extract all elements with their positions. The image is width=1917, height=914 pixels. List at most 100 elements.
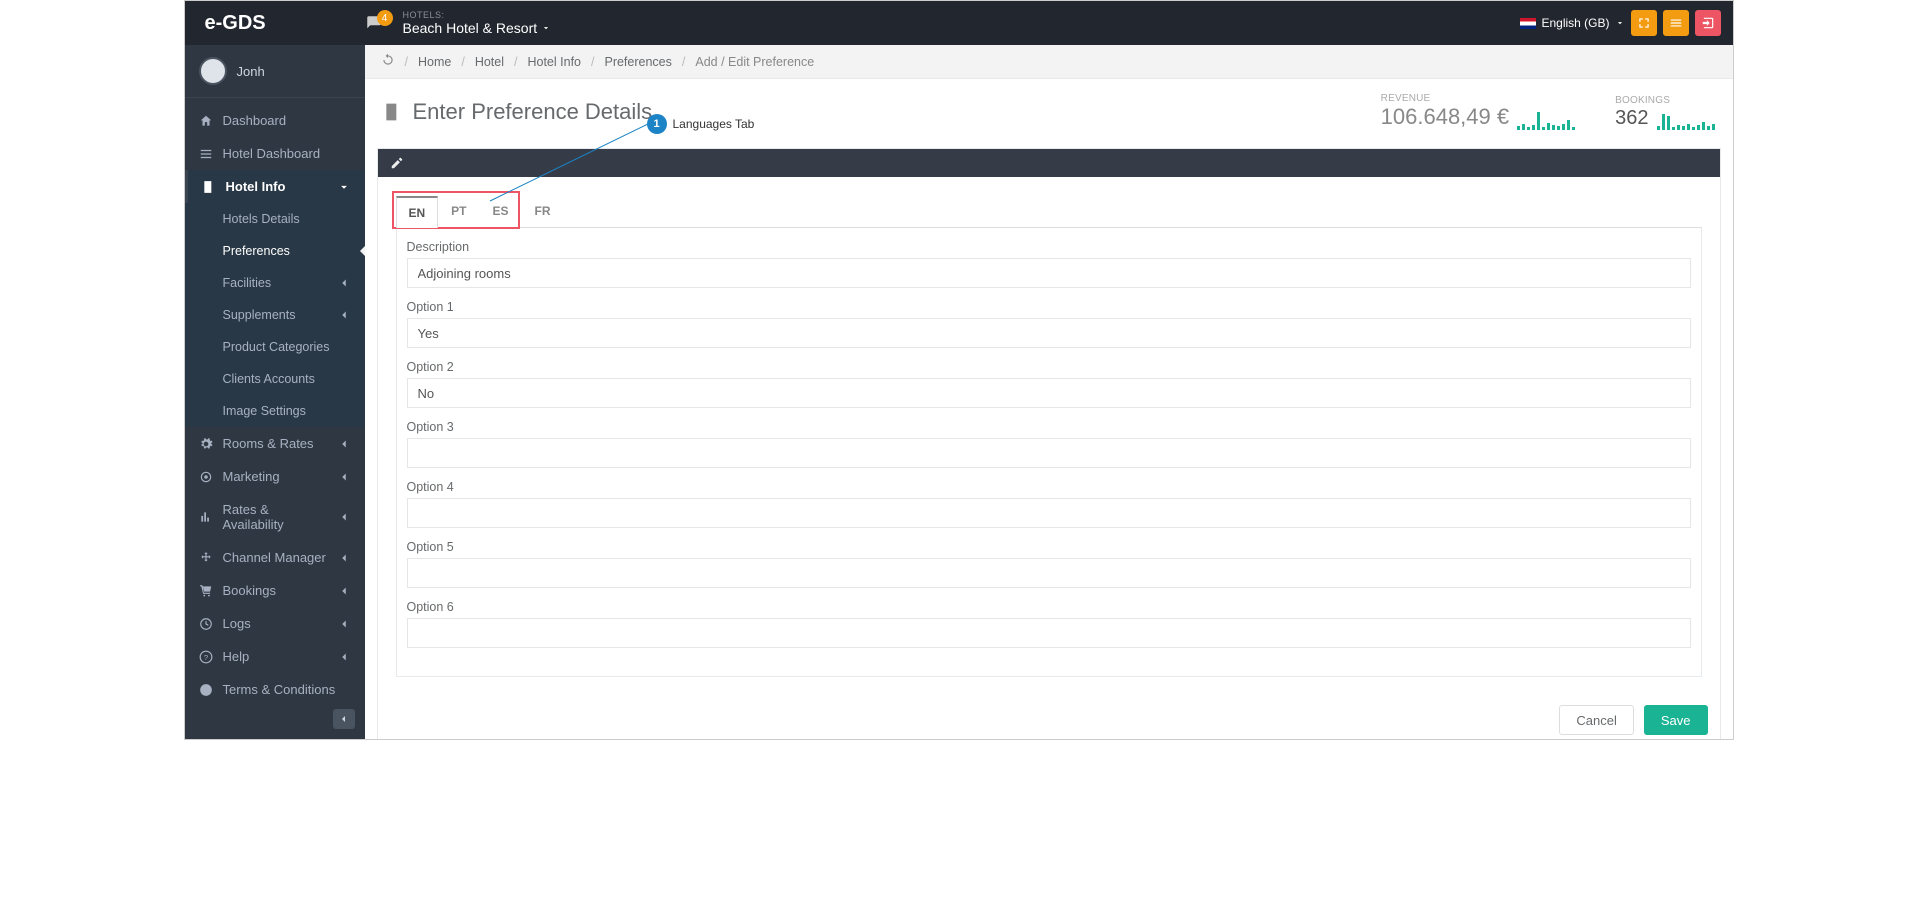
option2-input[interactable] (407, 378, 1691, 408)
main-content: / Home/ Hotel/ Hotel Info/ Preferences/ … (365, 45, 1733, 739)
cancel-button[interactable]: Cancel (1559, 705, 1633, 735)
panel-header (378, 149, 1720, 177)
subnav-preferences[interactable]: Preferences (185, 235, 365, 267)
nav-rates-availability[interactable]: Rates & Availability (185, 493, 365, 541)
title-bar: Enter Preference Details REVENUE 106.648… (365, 79, 1733, 148)
question-icon: ? (199, 650, 213, 664)
nav-label: Bookings (223, 583, 276, 598)
subnav-image-settings[interactable]: Image Settings (185, 395, 365, 427)
top-bar: e-GDS 4 HOTELS: Beach Hotel & Resort Eng… (185, 1, 1733, 45)
svg-text:?: ? (203, 652, 207, 661)
chevron-left-icon (337, 276, 351, 290)
option3-input[interactable] (407, 438, 1691, 468)
option4-input[interactable] (407, 498, 1691, 528)
option6-input[interactable] (407, 618, 1691, 648)
tab-en[interactable]: EN (396, 196, 439, 228)
logout-button[interactable] (1695, 10, 1721, 36)
target-icon (199, 470, 213, 484)
option2-label: Option 2 (407, 360, 1691, 374)
form-panel: EN PT ES FR Description Option 1 Option … (377, 148, 1721, 740)
info-icon (199, 683, 213, 697)
description-input[interactable] (407, 258, 1691, 288)
subnav-facilities[interactable]: Facilities (185, 267, 365, 299)
nav-label: Marketing (223, 469, 280, 484)
sign-out-icon (1701, 16, 1715, 30)
description-label: Description (407, 240, 1691, 254)
nav-bookings[interactable]: Bookings (185, 574, 365, 607)
refresh-button[interactable] (381, 53, 395, 70)
kpi-revenue-label: REVENUE (1381, 93, 1575, 104)
notifications-button[interactable]: 4 (365, 14, 395, 32)
nav-label: Product Categories (223, 340, 330, 354)
breadcrumb-preferences[interactable]: Preferences (604, 55, 671, 69)
option1-input[interactable] (407, 318, 1691, 348)
breadcrumb-current: Add / Edit Preference (695, 55, 814, 69)
option5-input[interactable] (407, 558, 1691, 588)
annotation-number: 1 (647, 114, 667, 134)
notification-badge: 4 (377, 10, 393, 26)
chevron-down-icon (337, 180, 351, 194)
breadcrumb-home[interactable]: Home (418, 55, 451, 69)
subnav-hotels-details[interactable]: Hotels Details (185, 203, 365, 235)
nav-label: Dashboard (223, 113, 287, 128)
subnav-product-categories[interactable]: Product Categories (185, 331, 365, 363)
sidebar-collapse-button[interactable] (333, 709, 355, 729)
avatar (199, 57, 227, 85)
menu-button[interactable] (1663, 10, 1689, 36)
breadcrumb-hotel[interactable]: Hotel (475, 55, 504, 69)
bars-icon (1669, 16, 1683, 30)
nav-dashboard[interactable]: Dashboard (185, 104, 365, 137)
nav-label: Preferences (223, 244, 290, 258)
nav-help[interactable]: ?Help (185, 640, 365, 673)
nav-channel-manager[interactable]: Channel Manager (185, 541, 365, 574)
move-icon (199, 551, 213, 565)
nav-logs[interactable]: Logs (185, 607, 365, 640)
nav-label: Facilities (223, 276, 272, 290)
kpi-bookings-value: 362 (1615, 107, 1648, 130)
subnav-clients-accounts[interactable]: Clients Accounts (185, 363, 365, 395)
nav-label: Hotel Info (226, 179, 286, 194)
expand-icon (1637, 16, 1651, 30)
subnav-supplements[interactable]: Supplements (185, 299, 365, 331)
kpi-bookings-label: BOOKINGS (1615, 95, 1714, 106)
nav-terms[interactable]: Terms & Conditions (185, 673, 365, 706)
nav-rooms-rates[interactable]: Rooms & Rates (185, 427, 365, 460)
bookings-sparkline (1657, 106, 1715, 130)
language-selector[interactable]: English (GB) (1520, 16, 1624, 30)
breadcrumb-hotel-info[interactable]: Hotel Info (527, 55, 581, 69)
nav-label: Image Settings (223, 404, 306, 418)
option1-label: Option 1 (407, 300, 1691, 314)
nav-label: Rates & Availability (223, 502, 327, 532)
breadcrumb: / Home/ Hotel/ Hotel Info/ Preferences/ … (365, 45, 1733, 79)
language-tabs: EN PT ES FR (396, 195, 1702, 228)
brand-logo: e-GDS (185, 12, 365, 35)
nav-label: Clients Accounts (223, 372, 315, 386)
chevron-left-icon (337, 470, 351, 484)
cart-icon (199, 584, 213, 598)
nav-label: Supplements (223, 308, 296, 322)
chevron-left-icon (337, 510, 351, 524)
home-icon (199, 114, 213, 128)
nav-marketing[interactable]: Marketing (185, 460, 365, 493)
hotel-selector[interactable]: HOTELS: Beach Hotel & Resort (403, 10, 552, 36)
tab-pt[interactable]: PT (438, 195, 479, 227)
nav-label: Logs (223, 616, 251, 631)
chart-icon (199, 510, 213, 524)
nav-hotel-dashboard[interactable]: Hotel Dashboard (185, 137, 365, 170)
option3-label: Option 3 (407, 420, 1691, 434)
fullscreen-button[interactable] (1631, 10, 1657, 36)
user-block[interactable]: Jonh (185, 45, 365, 98)
nav-hotel-info[interactable]: Hotel Info (185, 170, 365, 203)
option6-label: Option 6 (407, 600, 1691, 614)
tab-fr[interactable]: FR (522, 195, 564, 227)
nav-label: Hotels Details (223, 212, 300, 226)
chevron-left-icon (337, 437, 351, 451)
hotels-label: HOTELS: (403, 10, 552, 20)
save-button[interactable]: Save (1644, 705, 1708, 735)
revenue-sparkline (1517, 106, 1575, 130)
user-name: Jonh (237, 64, 265, 79)
building-icon (383, 102, 403, 122)
chevron-left-icon (337, 617, 351, 631)
kpi-revenue-value: 106.648,49 € (1381, 104, 1509, 130)
tab-es[interactable]: ES (480, 195, 522, 227)
